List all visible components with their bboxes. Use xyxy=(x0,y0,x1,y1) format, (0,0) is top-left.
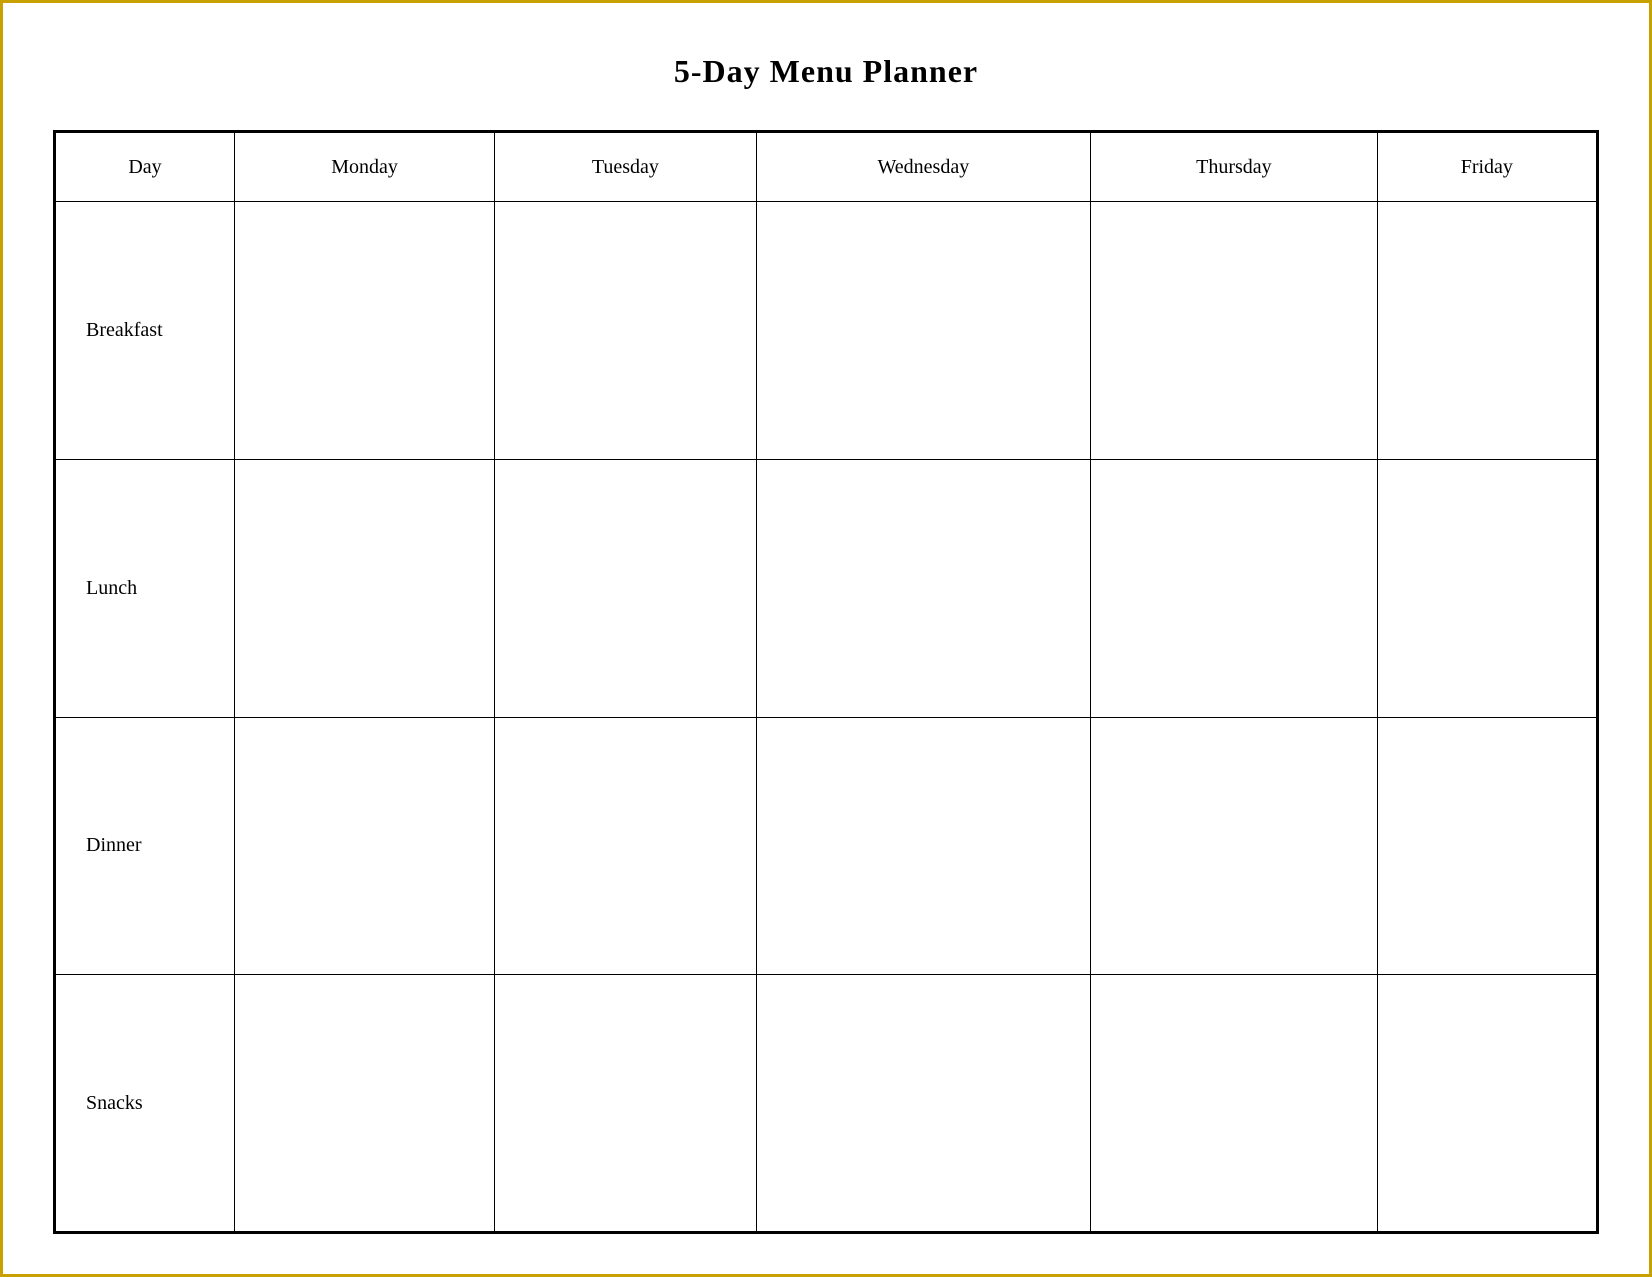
cell-lunch-tuesday[interactable] xyxy=(495,459,756,717)
label-breakfast: Breakfast xyxy=(55,202,235,460)
row-snacks: Snacks xyxy=(55,975,1598,1233)
planner-table: Day Monday Tuesday Wednesday Thursday Fr… xyxy=(53,130,1599,1234)
row-breakfast: Breakfast xyxy=(55,202,1598,460)
cell-lunch-wednesday[interactable] xyxy=(756,459,1091,717)
cell-dinner-friday[interactable] xyxy=(1377,717,1597,975)
cell-snacks-wednesday[interactable] xyxy=(756,975,1091,1233)
cell-breakfast-friday[interactable] xyxy=(1377,202,1597,460)
row-lunch: Lunch xyxy=(55,459,1598,717)
cell-snacks-friday[interactable] xyxy=(1377,975,1597,1233)
cell-dinner-monday[interactable] xyxy=(235,717,495,975)
header-row: Day Monday Tuesday Wednesday Thursday Fr… xyxy=(55,132,1598,202)
cell-lunch-friday[interactable] xyxy=(1377,459,1597,717)
row-dinner: Dinner xyxy=(55,717,1598,975)
cell-breakfast-monday[interactable] xyxy=(235,202,495,460)
cell-snacks-tuesday[interactable] xyxy=(495,975,756,1233)
cell-breakfast-thursday[interactable] xyxy=(1091,202,1378,460)
cell-snacks-monday[interactable] xyxy=(235,975,495,1233)
page-title: 5-Day Menu Planner xyxy=(674,53,978,90)
cell-breakfast-tuesday[interactable] xyxy=(495,202,756,460)
cell-dinner-tuesday[interactable] xyxy=(495,717,756,975)
cell-lunch-thursday[interactable] xyxy=(1091,459,1378,717)
cell-dinner-thursday[interactable] xyxy=(1091,717,1378,975)
cell-lunch-monday[interactable] xyxy=(235,459,495,717)
header-wednesday: Wednesday xyxy=(756,132,1091,202)
label-lunch: Lunch xyxy=(55,459,235,717)
cell-breakfast-wednesday[interactable] xyxy=(756,202,1091,460)
label-dinner: Dinner xyxy=(55,717,235,975)
header-monday: Monday xyxy=(235,132,495,202)
cell-snacks-thursday[interactable] xyxy=(1091,975,1378,1233)
label-snacks: Snacks xyxy=(55,975,235,1233)
header-day: Day xyxy=(55,132,235,202)
header-tuesday: Tuesday xyxy=(495,132,756,202)
header-friday: Friday xyxy=(1377,132,1597,202)
cell-dinner-wednesday[interactable] xyxy=(756,717,1091,975)
header-thursday: Thursday xyxy=(1091,132,1378,202)
